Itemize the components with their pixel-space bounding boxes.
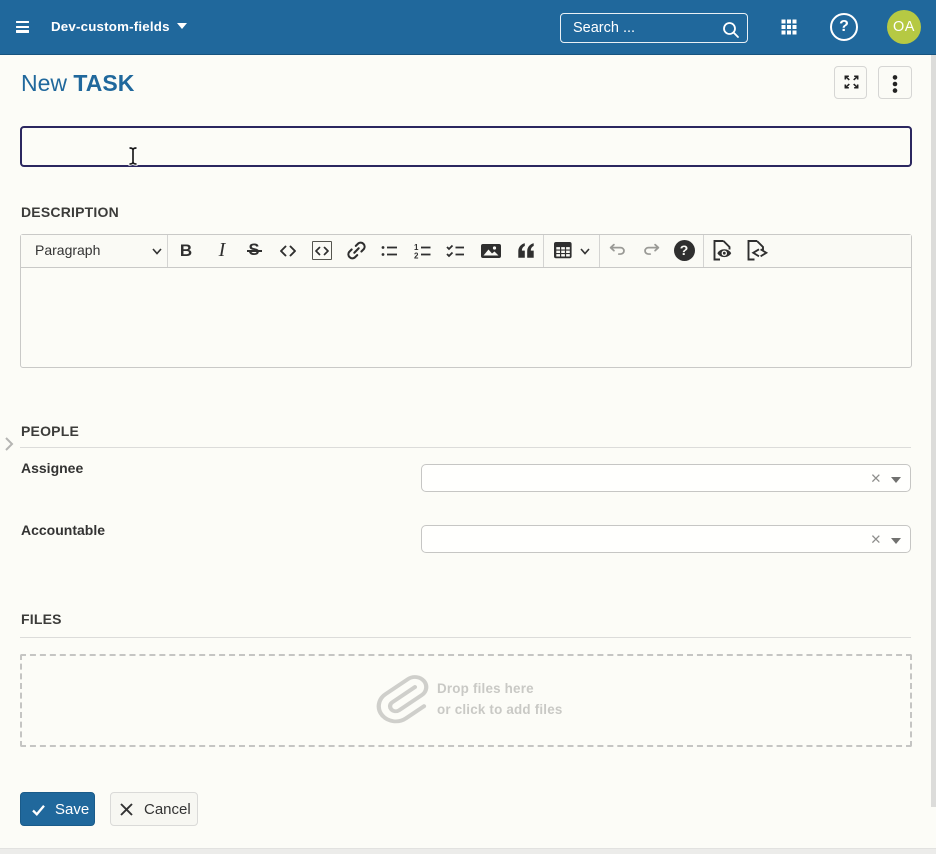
svg-text:2: 2 [414, 251, 419, 260]
